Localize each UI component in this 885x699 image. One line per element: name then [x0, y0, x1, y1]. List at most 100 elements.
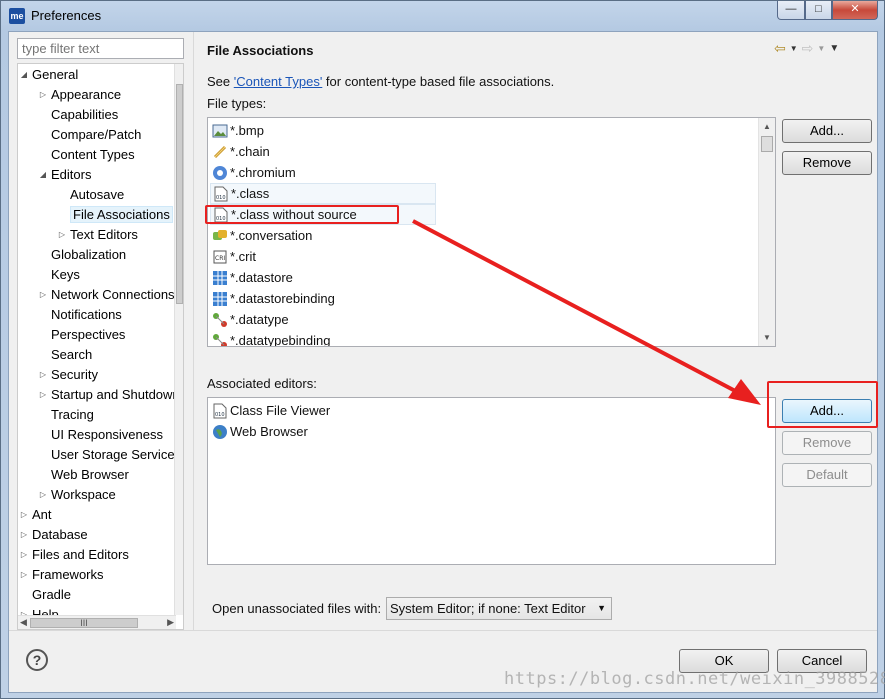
tree-item[interactable]: Gradle [32, 585, 71, 605]
tree-item[interactable]: Compare/Patch [51, 125, 141, 145]
editors-remove-button[interactable]: Remove [782, 431, 872, 455]
tree-item[interactable]: Search [51, 345, 92, 365]
tree-item[interactable]: ▷ Database [21, 525, 88, 545]
collapsed-twisty-icon[interactable]: ▷ [19, 505, 29, 525]
filter-input[interactable] [17, 38, 184, 59]
list-item[interactable]: *.datatype [212, 309, 289, 330]
content-types-link[interactable]: 'Content Types' [234, 74, 323, 89]
tree-item[interactable]: Notifications [51, 305, 122, 325]
tree-vertical-scrollbar[interactable] [174, 64, 183, 615]
tree-horizontal-scrollbar[interactable]: ◀ III ▶ [18, 615, 176, 629]
maximize-button[interactable]: □ [805, 1, 832, 20]
preference-tree: ◢ General ▷ Appearance Capabilities Compare/P… [17, 63, 184, 630]
forward-dropdown-icon[interactable]: ▼ [817, 44, 825, 53]
file-types-list[interactable]: *.bmp *.chain *.chromium 010 *.class 010 *.cla… [207, 117, 776, 347]
list-item[interactable]: *.chain [212, 141, 270, 162]
file-types-scroll-thumb[interactable] [761, 136, 773, 152]
list-item[interactable]: *.datastorebinding [212, 288, 335, 309]
list-item[interactable]: 010 Class File Viewer [212, 400, 330, 421]
tree-item-label: Database [32, 527, 88, 542]
file-types-add-button[interactable]: Add... [782, 119, 872, 143]
tree-item[interactable]: Autosave [70, 185, 124, 205]
collapsed-twisty-icon[interactable]: ▷ [19, 525, 29, 545]
collapsed-twisty-icon[interactable]: ▷ [38, 85, 48, 105]
tree-item[interactable]: Globalization [51, 245, 126, 265]
scroll-down-icon[interactable]: ▼ [759, 329, 775, 346]
back-dropdown-icon[interactable]: ▼ [790, 44, 798, 53]
collapsed-twisty-icon[interactable]: ▷ [38, 285, 48, 305]
tree-item[interactable]: ▷ Text Editors [59, 225, 138, 245]
file-types-remove-button[interactable]: Remove [782, 151, 872, 175]
tree-item[interactable]: ▷ Files and Editors [21, 545, 129, 565]
tree-item[interactable]: UI Responsiveness [51, 425, 163, 445]
tree-item[interactable]: User Storage Service [51, 445, 175, 465]
tree-item[interactable]: ▷ Appearance [40, 85, 121, 105]
tree-item[interactable]: ◢ General [21, 65, 78, 85]
close-button[interactable]: ✕ [832, 1, 878, 20]
tree-item-label: Startup and Shutdown [51, 387, 176, 402]
list-item[interactable]: *.datastore [212, 267, 293, 288]
tree-item[interactable]: Capabilities [51, 105, 118, 125]
collapsed-twisty-icon[interactable]: ▷ [19, 605, 29, 615]
dialog-client-area: ◢General▷AppearanceCapabilitiesCompare/P… [8, 31, 878, 693]
list-item[interactable]: *.conversation [212, 225, 312, 246]
view-menu-icon[interactable]: ▼ [829, 43, 839, 54]
collapsed-twisty-icon[interactable]: ▷ [38, 385, 48, 405]
tree-item[interactable]: ▷ Network Connections [40, 285, 175, 305]
info-text: See 'Content Types' for content-type bas… [207, 74, 554, 89]
collapsed-twisty-icon[interactable]: ▷ [19, 545, 29, 565]
scroll-right-icon[interactable]: ▶ [167, 617, 174, 628]
pane-sash[interactable] [193, 32, 194, 630]
globe-icon [212, 424, 228, 440]
tree-item[interactable]: Content Types [51, 145, 135, 165]
tree-item-label: Search [51, 347, 93, 362]
title-bar[interactable]: me Preferences — □ ✕ [1, 1, 884, 31]
associated-editors-list[interactable]: 010 Class File Viewer Web Browser [207, 397, 776, 565]
tree-item[interactable]: ▷ Ant [21, 505, 52, 525]
open-unassociated-combo[interactable]: System Editor; if none: Text Editor ▼ [386, 597, 612, 620]
list-item[interactable]: *.chromium [212, 162, 296, 183]
expanded-twisty-icon[interactable]: ◢ [38, 165, 48, 185]
tree-hscroll-thumb[interactable]: III [30, 618, 138, 628]
list-item-label: *.crit [230, 249, 256, 264]
tree-item-label: Workspace [51, 487, 116, 502]
editors-default-button[interactable]: Default [782, 463, 872, 487]
file-types-scrollbar[interactable]: ▲ ▼ [758, 118, 775, 346]
list-item[interactable]: 010 *.class [210, 183, 436, 204]
info-text-before: See [207, 74, 234, 89]
collapsed-twisty-icon[interactable]: ▷ [19, 565, 29, 585]
help-icon[interactable]: ? [26, 649, 48, 671]
forward-arrow-icon[interactable]: ⇨ [802, 40, 814, 57]
collapsed-twisty-icon[interactable]: ▷ [38, 365, 48, 385]
tree-scroll-thumb[interactable] [176, 84, 183, 304]
tree-item-label: Perspectives [51, 327, 126, 342]
tree-item[interactable]: ◢ Editors [40, 165, 92, 185]
tree-item[interactable]: ▷ Frameworks [21, 565, 104, 585]
tree-item[interactable]: ▷ Help [21, 605, 59, 615]
collapsed-twisty-icon[interactable]: ▷ [38, 485, 48, 505]
list-item[interactable]: Web Browser [212, 421, 308, 442]
tree-item-label: UI Responsiveness [51, 427, 163, 442]
tree-item[interactable]: ▷ Workspace [40, 485, 116, 505]
list-item[interactable]: *.bmp [212, 120, 264, 141]
list-item[interactable]: *.datatypebinding [212, 330, 330, 346]
tree-item[interactable]: ▷ Security [40, 365, 98, 385]
back-arrow-icon[interactable]: ⇦ [774, 40, 786, 57]
tree-item[interactable]: Keys [51, 265, 80, 285]
open-unassociated-label: Open unassociated files with: [212, 601, 382, 616]
window-title: Preferences [31, 8, 102, 23]
scroll-up-icon[interactable]: ▲ [759, 118, 775, 135]
list-item[interactable]: CRI *.crit [212, 246, 256, 267]
collapsed-twisty-icon[interactable]: ▷ [57, 225, 67, 245]
tree-item[interactable]: Web Browser [51, 465, 129, 485]
expanded-twisty-icon[interactable]: ◢ [19, 65, 29, 85]
tree-item[interactable]: Tracing [51, 405, 94, 425]
tree-item[interactable]: File Associations [70, 205, 173, 225]
tree-item-label: Globalization [51, 247, 127, 262]
svg-text:010: 010 [216, 195, 226, 201]
tree-item[interactable]: ▷ Startup and Shutdown [40, 385, 176, 405]
minimize-button[interactable]: — [777, 1, 805, 20]
tree-item[interactable]: Perspectives [51, 325, 125, 345]
scroll-left-icon[interactable]: ◀ [20, 617, 27, 628]
list-item-label: *.datastorebinding [230, 291, 335, 306]
